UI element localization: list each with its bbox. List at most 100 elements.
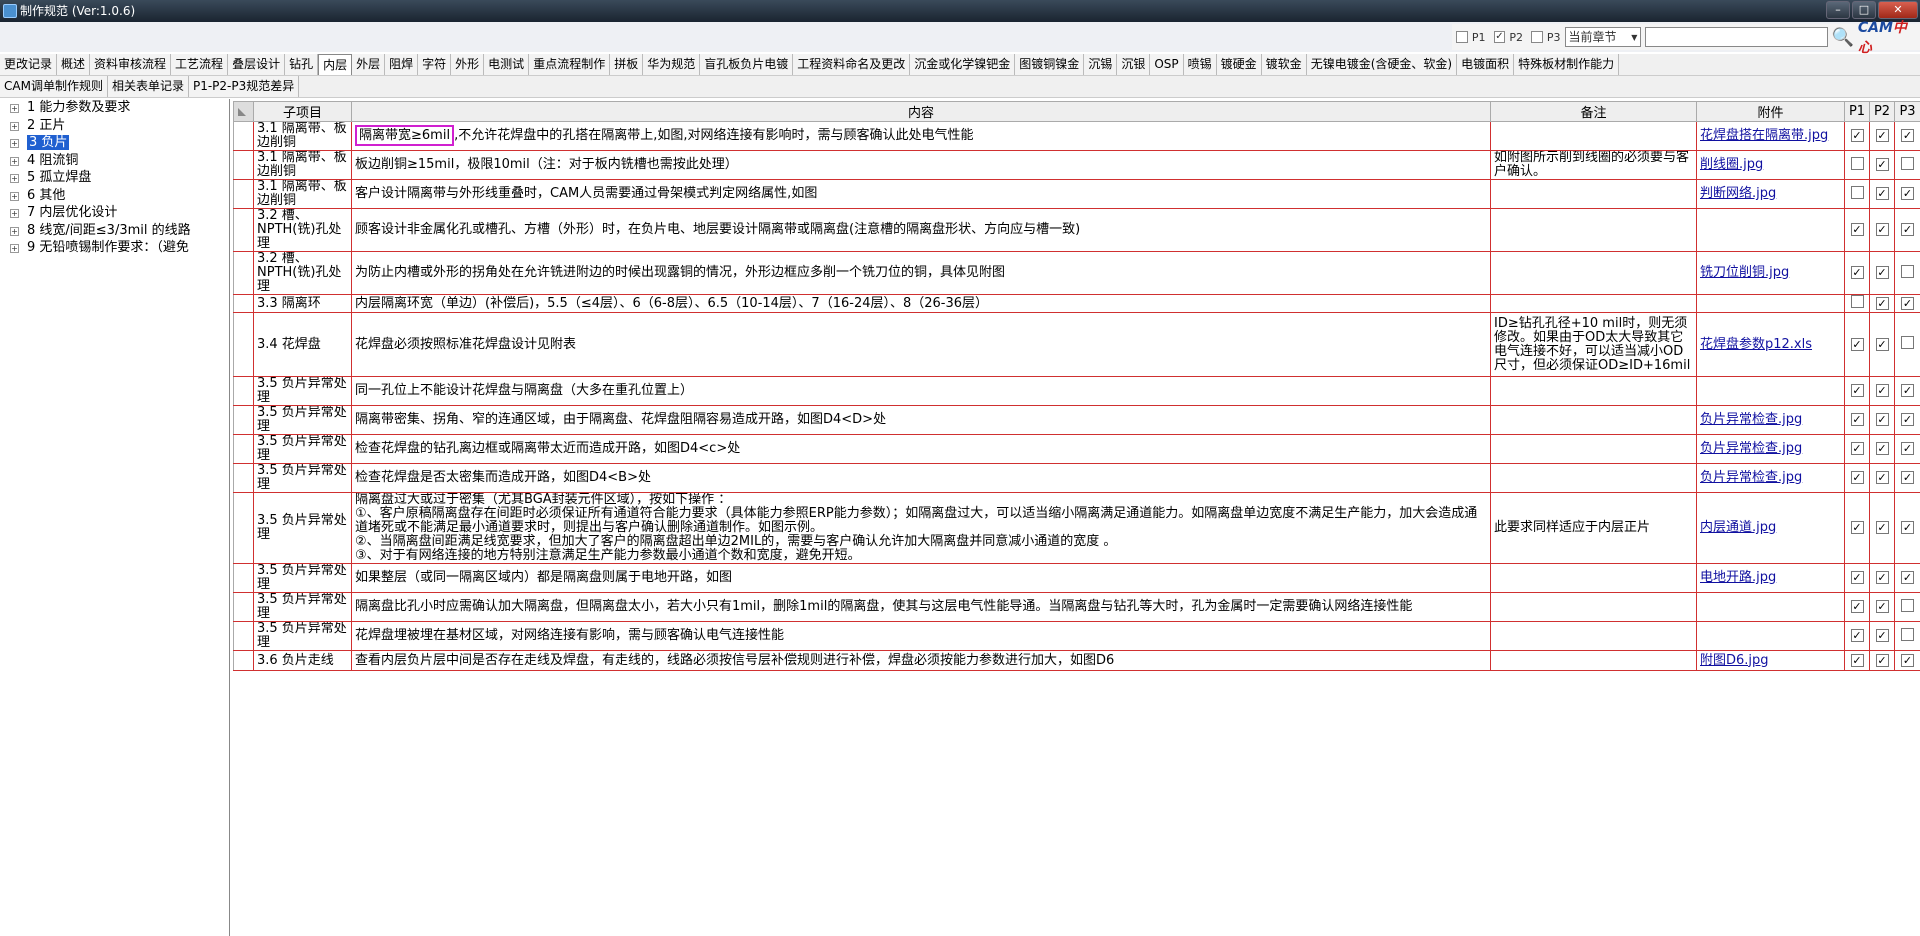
- tab-26[interactable]: 电镀面积: [1457, 54, 1515, 75]
- row-gutter[interactable]: [233, 121, 254, 151]
- p3-checkbox[interactable]: [1531, 31, 1543, 43]
- p2-checkbox[interactable]: ✓: [1875, 296, 1889, 310]
- row-gutter[interactable]: [233, 294, 254, 313]
- p2-checkbox[interactable]: ✓: [1875, 600, 1889, 613]
- p1-checkbox[interactable]: [1850, 295, 1864, 308]
- table-row[interactable]: 3.2 槽、NPTH(铣)孔处理 顾客设计非金属化孔或槽孔、方槽（外形）时，在负片…: [233, 208, 1920, 252]
- tab-23[interactable]: 镀硬金: [1216, 54, 1262, 75]
- tab-0[interactable]: 更改记录: [0, 54, 58, 75]
- cell-attachment-link[interactable]: [1696, 208, 1845, 252]
- table-row[interactable]: 3.5 负片异常处理 检查花焊盘是否太密集而造成开路，如图D4<B>处 负片异常检查…: [233, 463, 1920, 493]
- tab-12[interactable]: 重点流程制作: [529, 54, 611, 75]
- tree-item[interactable]: +2 正片: [0, 117, 229, 135]
- row-gutter[interactable]: [233, 492, 254, 564]
- header-sub[interactable]: 子项目: [253, 101, 352, 122]
- tab-6[interactable]: 内层: [318, 54, 353, 75]
- expand-icon[interactable]: +: [10, 191, 19, 201]
- tab2-1[interactable]: 相关表单记录: [107, 76, 189, 97]
- cell-attachment-link[interactable]: 花焊盘参数p12.xls: [1696, 312, 1845, 377]
- tree-item[interactable]: +3 负片: [0, 134, 229, 152]
- p2-checkbox[interactable]: ✓: [1875, 571, 1889, 584]
- tree-item[interactable]: +9 无铅喷锡制作要求：（避免: [0, 239, 229, 257]
- p3-checkbox[interactable]: [1901, 156, 1914, 170]
- row-gutter[interactable]: [233, 563, 254, 593]
- p3-checkbox[interactable]: ✓: [1901, 571, 1914, 584]
- expand-icon[interactable]: +: [10, 244, 19, 253]
- p3-checkbox[interactable]: ✓: [1901, 521, 1914, 534]
- row-gutter[interactable]: [233, 208, 254, 252]
- p3-checkbox[interactable]: ✓: [1901, 296, 1914, 310]
- p1-checkbox[interactable]: ✓: [1850, 571, 1864, 584]
- tree-item[interactable]: +1 能力参数及要求: [0, 99, 229, 117]
- header-p1[interactable]: P1: [1844, 101, 1870, 122]
- p2-checkbox[interactable]: ✓: [1493, 31, 1506, 43]
- p2-checkbox[interactable]: ✓: [1875, 653, 1889, 667]
- p2-checkbox[interactable]: ✓: [1875, 442, 1889, 455]
- tab-5[interactable]: 钻孔: [285, 54, 319, 75]
- table-row[interactable]: 3.5 负片异常处理 同一孔位上不能设计花焊盘与隔离盘（大多在重孔位置上） ✓ ✓ ✓: [233, 376, 1920, 406]
- row-gutter[interactable]: [233, 312, 254, 377]
- table-row[interactable]: 3.5 负片异常处理 隔离盘比孔小时应需确认加大隔离盘，但隔离盘太小，若大小只有1…: [233, 592, 1920, 622]
- header-note[interactable]: 备注: [1490, 101, 1697, 122]
- header-p2[interactable]: P2: [1869, 101, 1895, 122]
- table-row[interactable]: 3.6 负片走线 查看内层负片层中间是否存在走线及焊盘，有走线的，线路必须按信号层…: [233, 650, 1920, 671]
- expand-icon[interactable]: +: [10, 174, 19, 183]
- table-row[interactable]: 3.5 负片异常处理 检查花焊盘的钻孔离边框或隔离带太近而造成开路，如图D4<c>…: [233, 434, 1920, 464]
- p3-checkbox[interactable]: ✓: [1901, 384, 1914, 397]
- p3-checkbox[interactable]: ✓: [1901, 129, 1914, 142]
- row-gutter[interactable]: [233, 650, 254, 671]
- search-input[interactable]: [1645, 27, 1828, 47]
- cell-attachment-link[interactable]: [1696, 376, 1845, 406]
- tab-25[interactable]: 无镍电镀金(含硬金、软金): [1306, 54, 1458, 75]
- p2-checkbox[interactable]: ✓: [1875, 384, 1889, 397]
- row-gutter[interactable]: [233, 592, 254, 622]
- p2-checkbox[interactable]: ✓: [1875, 129, 1889, 142]
- tab-17[interactable]: 沉金或化学镍钯金: [910, 54, 1016, 75]
- p3-checkbox[interactable]: ✓: [1901, 471, 1914, 484]
- tree-item[interactable]: +7 内层优化设计: [0, 204, 229, 222]
- tab-18[interactable]: 图镀铜镍金: [1015, 54, 1085, 75]
- tab-22[interactable]: 喷锡: [1183, 54, 1217, 75]
- table-row[interactable]: 3.3 隔离环 内层隔离环宽（单边）(补偿后)，5.5（≤4层）、6（6-8层）、…: [233, 294, 1920, 313]
- header-p3[interactable]: P3: [1894, 101, 1920, 122]
- p1-checkbox[interactable]: ✓: [1850, 413, 1864, 426]
- table-row[interactable]: 3.5 负片异常处理 花焊盘埋被埋在基材区域，对网络连接有影响，需与顾客确认电气连…: [233, 621, 1920, 651]
- row-gutter[interactable]: [233, 434, 254, 464]
- p2-checkbox[interactable]: ✓: [1875, 413, 1889, 426]
- row-gutter[interactable]: [233, 405, 254, 435]
- p3-checkbox[interactable]: ✓: [1901, 442, 1914, 455]
- p1-checkbox[interactable]: ✓: [1850, 653, 1864, 667]
- table-row[interactable]: 3.4 花焊盘 花焊盘必须按照标准花焊盘设计见附表 ID≥钻孔孔径+10 mil时，…: [233, 312, 1920, 377]
- tree-item[interactable]: +8 线宽/间距≤3/3mil 的线路: [0, 222, 229, 240]
- expand-icon[interactable]: +: [10, 209, 19, 218]
- row-gutter[interactable]: [233, 251, 254, 295]
- tab-24[interactable]: 镀软金: [1261, 54, 1307, 75]
- p1-checkbox[interactable]: ✓: [1850, 129, 1864, 142]
- cell-attachment-link[interactable]: 判断网络.jpg: [1696, 179, 1845, 209]
- tab2-2[interactable]: P1-P2-P3规范差异: [188, 76, 300, 97]
- cell-attachment-link[interactable]: 负片异常检查.jpg: [1696, 463, 1845, 493]
- p2-checkbox[interactable]: ✓: [1875, 337, 1889, 351]
- table-row[interactable]: 3.5 负片异常处理 如果整层（或同一隔离区域内）都是隔离盘则属于电地开路，如图 电…: [233, 563, 1920, 593]
- expand-icon[interactable]: +: [10, 156, 19, 166]
- p3-checkbox[interactable]: [1901, 627, 1914, 641]
- p2-checkbox[interactable]: ✓: [1875, 629, 1889, 642]
- cell-attachment-link[interactable]: 削线圈.jpg: [1696, 150, 1845, 180]
- tab-11[interactable]: 电测试: [484, 54, 530, 75]
- p1-checkbox[interactable]: ✓: [1850, 223, 1864, 236]
- cell-attachment-link[interactable]: 花焊盘搭在隔离带.jpg: [1696, 121, 1845, 151]
- row-gutter[interactable]: [233, 463, 254, 493]
- minimize-icon[interactable]: –: [1826, 1, 1850, 19]
- cell-attachment-link[interactable]: [1696, 592, 1845, 622]
- p2-checkbox[interactable]: ✓: [1875, 521, 1889, 534]
- tab-10[interactable]: 外形: [451, 54, 485, 75]
- tab2-0[interactable]: CAM调单制作规则: [0, 76, 108, 97]
- table-row[interactable]: 3.1 隔离带、板边削铜 客户设计隔离带与外形线重叠时，CAM人员需要通过骨架模式…: [233, 179, 1920, 209]
- cell-attachment-link[interactable]: [1696, 294, 1845, 313]
- expand-icon[interactable]: +: [10, 121, 19, 131]
- p3-checkbox[interactable]: [1901, 264, 1914, 278]
- p3-checkbox[interactable]: ✓: [1901, 223, 1914, 236]
- tab-27[interactable]: 特殊板材制作能力: [1514, 54, 1620, 75]
- cell-attachment-link[interactable]: 附图D6.jpg: [1696, 650, 1845, 671]
- cell-attachment-link[interactable]: 铣刀位削铜.jpg: [1696, 251, 1845, 295]
